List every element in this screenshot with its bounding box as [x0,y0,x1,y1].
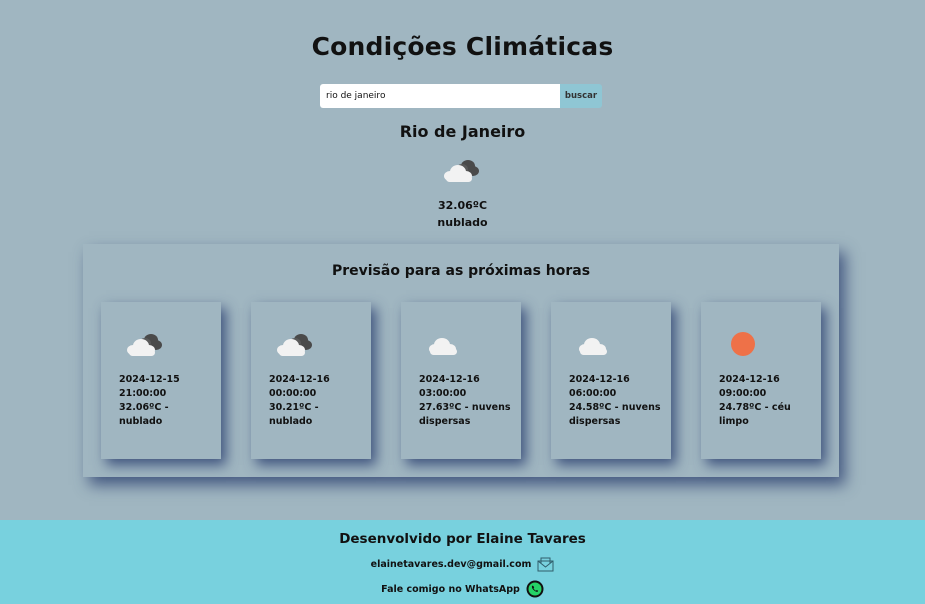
forecast-card: 2024-12-16 09:00:00 24.78ºC - céu limpo [701,302,821,459]
forecast-title: Previsão para as próximas horas [331,263,591,279]
footer-whatsapp-row: Fale comigo no WhatsApp [0,580,925,598]
forecast-card: 2024-12-15 21:00:00 32.06ºC - nublado [101,302,221,459]
forecast-datetime: 2024-12-15 21:00:00 [119,374,180,399]
forecast-summary: 27.63ºC - nuvens dispersas [419,402,511,427]
whatsapp-icon[interactable] [526,580,544,598]
email-link[interactable]: elainetavares.dev@gmail.com [371,559,532,570]
scattered-clouds-icon [429,338,457,355]
current-temperature: 32.06ºC [437,199,488,212]
page-title: Condições Climáticas [311,32,614,61]
scattered-clouds-icon [579,338,607,355]
forecast-text: 2024-12-16 03:00:00 27.63ºC - nuvens dis… [419,373,515,429]
broken-clouds-icon [277,334,312,356]
clear-sky-sun-icon [731,332,755,356]
forecast-datetime: 2024-12-16 09:00:00 [719,374,780,399]
forecast-card: 2024-12-16 03:00:00 27.63ºC - nuvens dis… [401,302,521,459]
forecast-summary: 32.06ºC - nublado [119,402,169,427]
mail-icon[interactable] [537,557,554,572]
forecast-datetime: 2024-12-16 03:00:00 [419,374,480,399]
forecast-text: 2024-12-16 09:00:00 24.78ºC - céu limpo [719,373,815,429]
broken-clouds-icon [127,334,162,356]
forecast-datetime: 2024-12-16 06:00:00 [569,374,630,399]
forecast-text: 2024-12-15 21:00:00 32.06ºC - nublado [119,373,215,429]
forecast-summary: 24.58ºC - nuvens dispersas [569,402,661,427]
footer-credit: Desenvolvido por Elaine Tavares [339,531,586,547]
forecast-card: 2024-12-16 06:00:00 24.58ºC - nuvens dis… [551,302,671,459]
city-search-input[interactable] [320,84,560,108]
search-button[interactable]: buscar [560,84,602,108]
forecast-datetime: 2024-12-16 00:00:00 [269,374,330,399]
forecast-summary: 30.21ºC - nublado [269,402,319,427]
forecast-text: 2024-12-16 00:00:00 30.21ºC - nublado [269,373,365,429]
broken-clouds-icon [444,160,479,182]
footer: Desenvolvido por Elaine Tavares elaineta… [0,520,925,604]
forecast-summary: 24.78ºC - céu limpo [719,402,791,427]
city-name: Rio de Janeiro [399,122,526,141]
forecast-panel: Previsão para as próximas horas 2024-12-… [83,244,839,477]
footer-email-row: elainetavares.dev@gmail.com [0,557,925,572]
search-form: buscar [320,84,602,108]
whatsapp-link[interactable]: Fale comigo no WhatsApp [381,584,520,595]
current-description: nublado [437,216,488,229]
forecast-text: 2024-12-16 06:00:00 24.58ºC - nuvens dis… [569,373,665,429]
forecast-card: 2024-12-16 00:00:00 30.21ºC - nublado [251,302,371,459]
